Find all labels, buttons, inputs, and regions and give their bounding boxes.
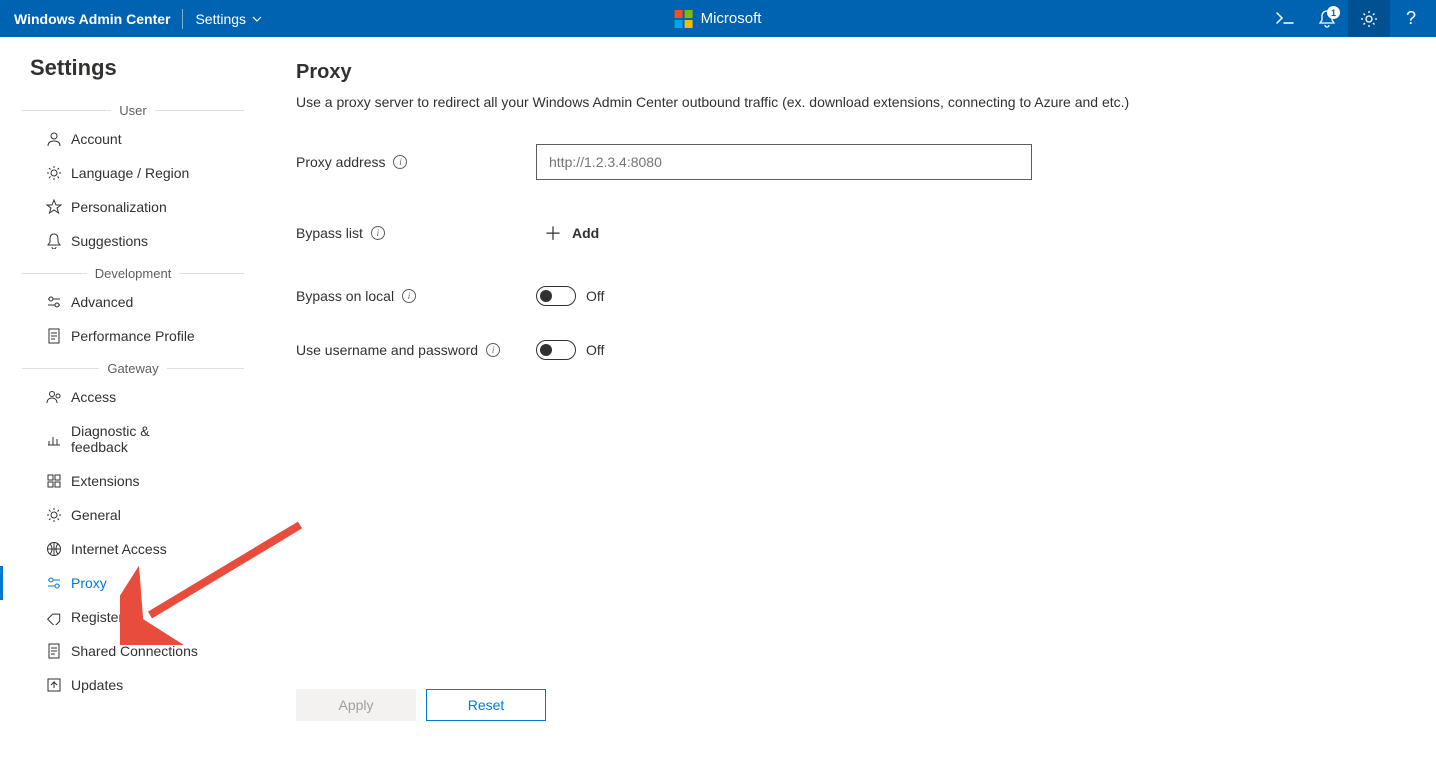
document-icon	[45, 643, 63, 659]
reset-button[interactable]: Reset	[426, 689, 546, 721]
chart-icon	[45, 431, 63, 447]
brand-title[interactable]: Windows Admin Center	[14, 11, 170, 27]
bell-icon	[45, 233, 63, 249]
nav-breadcrumb-settings[interactable]: Settings	[195, 11, 262, 27]
content-heading: Proxy	[296, 61, 1356, 84]
field-bypass-list: Bypass list i ＋ Add	[296, 214, 1356, 252]
info-icon[interactable]: i	[393, 155, 407, 169]
console-icon	[1276, 12, 1294, 26]
sidebar-item-general[interactable]: General	[0, 498, 266, 532]
sidebar-item-updates[interactable]: Updates	[0, 668, 266, 702]
globe-icon	[45, 541, 63, 557]
topbar-right: 1 ?	[1264, 0, 1432, 37]
help-icon: ?	[1406, 8, 1416, 29]
page-title: Settings	[0, 55, 266, 95]
field-use-auth: Use username and password i Off	[296, 340, 1356, 360]
sidebar: Settings User Account Language / Region …	[0, 37, 266, 781]
topbar-left: Windows Admin Center Settings	[14, 9, 262, 29]
button-bar: Apply Reset	[296, 689, 546, 721]
sidebar-item-label: Personalization	[45, 199, 167, 215]
sidebar-item-account[interactable]: Account	[0, 122, 266, 156]
sidebar-item-label: Performance Profile	[45, 328, 195, 344]
info-icon[interactable]: i	[486, 343, 500, 357]
sidebar-item-advanced[interactable]: Advanced	[0, 285, 266, 319]
add-button[interactable]: ＋ Add	[536, 214, 607, 252]
bypass-list-label: Bypass list	[296, 225, 363, 241]
sidebar-item-internet[interactable]: Internet Access	[0, 532, 266, 566]
people-icon	[45, 389, 63, 405]
topbar: Windows Admin Center Settings Microsoft …	[0, 0, 1436, 37]
gear-icon	[45, 507, 63, 523]
use-auth-label: Use username and password	[296, 342, 478, 358]
section-header-gateway: Gateway	[0, 361, 266, 376]
use-auth-toggle[interactable]	[536, 340, 576, 360]
sidebar-item-extensions[interactable]: Extensions	[0, 464, 266, 498]
sidebar-item-register[interactable]: Register	[0, 600, 266, 634]
microsoft-label: Microsoft	[701, 10, 762, 27]
toggle-state: Off	[586, 288, 604, 304]
grid-icon	[45, 473, 63, 489]
settings-button[interactable]	[1348, 0, 1390, 37]
sidebar-item-performance[interactable]: Performance Profile	[0, 319, 266, 353]
sidebar-item-label: Shared Connections	[45, 643, 198, 659]
microsoft-logo-icon	[675, 10, 693, 28]
section-header-user: User	[0, 103, 266, 118]
content-description: Use a proxy server to redirect all your …	[296, 94, 1356, 110]
toggle-state: Off	[586, 342, 604, 358]
sliders-icon	[45, 575, 63, 591]
plus-icon: ＋	[544, 220, 562, 246]
content: Proxy Use a proxy server to redirect all…	[266, 37, 1386, 781]
tag-icon	[45, 609, 63, 625]
proxy-address-label: Proxy address	[296, 154, 385, 170]
sidebar-item-personalization[interactable]: Personalization	[0, 190, 266, 224]
gear-icon	[1360, 10, 1378, 28]
document-icon	[45, 328, 63, 344]
bypass-local-toggle[interactable]	[536, 286, 576, 306]
gear-icon	[45, 165, 63, 181]
info-icon[interactable]: i	[371, 226, 385, 240]
sidebar-item-label: Language / Region	[45, 165, 189, 181]
field-bypass-local: Bypass on local i Off	[296, 286, 1356, 306]
console-button[interactable]	[1264, 0, 1306, 37]
divider	[182, 9, 183, 29]
sidebar-item-proxy[interactable]: Proxy	[0, 566, 266, 600]
proxy-address-input[interactable]	[536, 144, 1032, 180]
sidebar-item-language[interactable]: Language / Region	[0, 156, 266, 190]
sidebar-item-diagnostic[interactable]: Diagnostic & feedback	[0, 414, 266, 464]
help-button[interactable]: ?	[1390, 0, 1432, 37]
apply-button[interactable]: Apply	[296, 689, 416, 721]
section-header-development: Development	[0, 266, 266, 281]
info-icon[interactable]: i	[402, 289, 416, 303]
field-proxy-address: Proxy address i	[296, 144, 1356, 180]
sidebar-item-label: Internet Access	[45, 541, 167, 557]
sidebar-item-suggestions[interactable]: Suggestions	[0, 224, 266, 258]
notification-badge: 1	[1327, 6, 1340, 19]
sidebar-item-shared[interactable]: Shared Connections	[0, 634, 266, 668]
nav-breadcrumb-label: Settings	[195, 11, 246, 27]
microsoft-brand[interactable]: Microsoft	[675, 10, 762, 28]
chevron-down-icon	[252, 16, 262, 22]
person-icon	[45, 131, 63, 147]
notifications-button[interactable]: 1	[1306, 0, 1348, 37]
sliders-icon	[45, 294, 63, 310]
bypass-local-label: Bypass on local	[296, 288, 394, 304]
sidebar-item-access[interactable]: Access	[0, 380, 266, 414]
add-label: Add	[572, 225, 599, 241]
star-icon	[45, 199, 63, 215]
sync-icon	[45, 677, 63, 693]
